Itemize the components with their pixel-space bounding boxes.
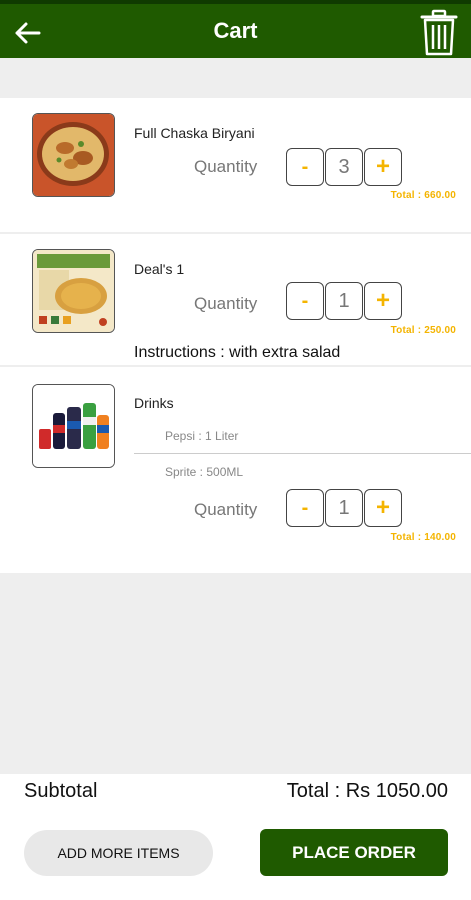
- item-name: Full Chaska Biryani: [134, 125, 255, 141]
- item-total: Total : 140.00: [390, 532, 456, 543]
- quantity-value: 3: [325, 148, 363, 186]
- quantity-value: 1: [325, 489, 363, 527]
- cart-item: Deal's 1 Quantity - 1 + Total : 250.00 I…: [0, 234, 471, 365]
- decrease-quantity-button[interactable]: -: [286, 148, 324, 186]
- page-title: Cart: [213, 18, 258, 43]
- cart-footer: Subtotal Total : Rs 1050.00 ADD MORE ITE…: [0, 774, 471, 900]
- cart-total: Total : Rs 1050.00: [286, 780, 448, 802]
- item-total: Total : 660.00: [390, 190, 456, 201]
- drink-option: Pepsi : 1 Liter: [165, 429, 239, 443]
- add-more-items-button[interactable]: ADD MORE ITEMS: [24, 830, 213, 876]
- delete-cart-button[interactable]: [419, 7, 459, 57]
- decrease-quantity-button[interactable]: -: [286, 282, 324, 320]
- drinks-image: [32, 384, 115, 468]
- item-instructions: Instructions : with extra salad: [134, 344, 341, 361]
- increase-quantity-button[interactable]: +: [364, 148, 402, 186]
- increase-quantity-button[interactable]: +: [364, 489, 402, 527]
- quantity-label: Quantity: [194, 157, 258, 176]
- quantity-value: 1: [325, 282, 363, 320]
- deal-image: [32, 249, 115, 333]
- drink-option: Sprite : 500ML: [165, 465, 244, 479]
- divider: [134, 453, 471, 454]
- biryani-image: [32, 113, 115, 197]
- decrease-quantity-button[interactable]: -: [286, 489, 324, 527]
- subtotal-label: Subtotal: [24, 780, 98, 802]
- item-name: Drinks: [134, 395, 174, 411]
- increase-quantity-button[interactable]: +: [364, 282, 402, 320]
- item-total: Total : 250.00: [390, 325, 456, 336]
- quantity-label: Quantity: [194, 500, 258, 519]
- quantity-label: Quantity: [194, 294, 258, 313]
- app-bar: Cart: [0, 0, 471, 58]
- trash-icon: [420, 9, 458, 56]
- place-order-button[interactable]: PLACE ORDER: [260, 829, 448, 876]
- cart-item: Full Chaska Biryani Quantity - 3 + Total…: [0, 98, 471, 232]
- cart-item: Drinks Pepsi : 1 Liter Sprite : 500ML Qu…: [0, 367, 471, 573]
- item-name: Deal's 1: [134, 261, 185, 277]
